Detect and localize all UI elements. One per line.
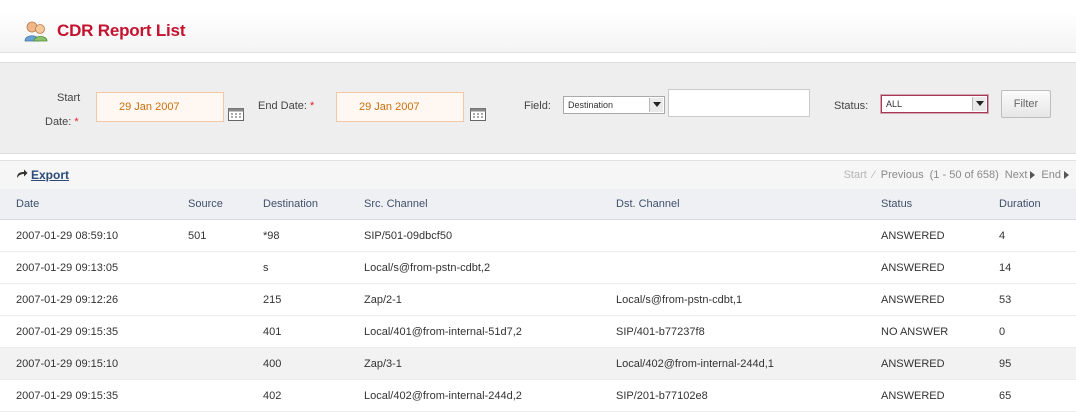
field-select[interactable]: Destination [563,96,665,114]
column-header-source[interactable]: Source [188,189,263,220]
table-row: 2007-01-29 08:59:10 501 *98 SIP/501-09db… [0,219,1076,252]
status-select-value: ALL [886,99,903,109]
cell-duration: 95 [999,347,1076,380]
status-label: Status: [834,100,869,112]
required-mark: * [74,116,79,128]
end-date-label-text: End Date: [258,100,307,112]
calendar-icon[interactable] [470,108,486,121]
start-date-label-line2: Date: * [45,116,79,128]
cell-src-channel: Zap/2-1 [364,283,616,316]
cell-source [188,251,263,284]
table-header-row: Date Source Destination Src. Channel Dst… [0,189,1076,220]
triangle-right-icon [1030,171,1036,180]
status-select[interactable]: ALL [881,95,988,113]
column-header-dst-channel[interactable]: Dst. Channel [616,189,881,220]
pagination: Start ⁄ Previous (1 - 50 of 658) Next End [841,169,1072,181]
cell-duration: 4 [999,219,1076,252]
cell-duration: 14 [999,251,1076,284]
cell-date: 2007-01-29 09:15:35 [0,379,188,412]
cell-status: NO ANSWER [881,315,999,348]
cell-duration: 0 [999,315,1076,348]
cell-date: 2007-01-29 09:15:35 [0,315,188,348]
cell-date: 2007-01-29 09:15:10 [0,347,188,380]
title-bar: CDR Report List [0,10,1076,53]
cell-duration: 65 [999,379,1076,412]
export-bar: Export Start ⁄ Previous (1 - 50 of 658) … [0,160,1076,190]
table-row: 2007-01-29 09:15:10 400 Zap/3-1 Local/40… [0,347,1076,380]
end-date-input[interactable]: 29 Jan 2007 [336,92,464,122]
cell-date: 2007-01-29 08:59:10 [0,219,188,252]
page-title: CDR Report List [57,21,186,40]
cell-source: 501 [188,219,263,252]
users-icon [24,21,48,42]
calendar-icon[interactable] [228,108,244,121]
export-link[interactable]: Export [31,168,69,182]
start-date-input[interactable]: 29 Jan 2007 [96,92,224,122]
filter-panel: Start Date: * 29 Jan 2007 End Date: * 29… [0,62,1076,154]
cell-src-channel: Zap/3-1 [364,347,616,380]
cell-status: ANSWERED [881,283,999,316]
cell-destination: 215 [263,283,364,316]
chevron-down-icon [972,97,986,111]
cdr-table: Date Source Destination Src. Channel Dst… [0,189,1076,412]
table-row: 2007-01-29 09:13:05 s Local/s@from-pstn-… [0,251,1076,284]
column-header-duration[interactable]: Duration [999,189,1076,220]
cell-dst-channel [616,219,881,252]
chevron-down-icon [649,98,663,112]
cell-date: 2007-01-29 09:13:05 [0,251,188,284]
cell-dst-channel: Local/s@from-pstn-cdbt,1 [616,283,881,316]
start-date-label-line1: Start [57,92,81,104]
cell-source [188,283,263,316]
required-mark: * [309,100,315,112]
cell-dst-channel: SIP/401-b77237f8 [616,315,881,348]
field-select-value: Destination [568,100,614,110]
cell-src-channel: Local/401@from-internal-51d7,2 [364,315,616,348]
cell-dst-channel: SIP/201-b77102e8 [616,379,881,412]
cell-destination: s [263,251,364,284]
triangle-right-icon [1064,171,1069,180]
cell-status: ANSWERED [881,251,999,284]
cell-status: ANSWERED [881,219,999,252]
cell-date: 2007-01-29 09:12:26 [0,283,188,316]
cell-duration: 53 [999,283,1076,316]
end-date-label: End Date: * [258,100,314,112]
field-label: Field: [524,100,551,112]
column-header-destination[interactable]: Destination [263,189,364,220]
cell-destination: 400 [263,347,364,380]
cell-dst-channel: Local/402@from-internal-244d,1 [616,347,881,380]
pager-previous[interactable]: Previous [881,169,924,181]
cell-destination: 401 [263,315,364,348]
filter-button[interactable]: Filter [1001,90,1051,118]
cell-source [188,379,263,412]
pager-start: Start [843,169,867,181]
pager-separator: ⁄ [872,169,875,181]
cell-destination: 402 [263,379,364,412]
field-value-input[interactable] [668,89,810,117]
cell-dst-channel [616,251,881,284]
cell-source [188,347,263,380]
cell-src-channel: Local/s@from-pstn-cdbt,2 [364,251,616,284]
column-header-date[interactable]: Date [0,189,188,220]
cell-status: ANSWERED [881,347,999,380]
column-header-src-channel[interactable]: Src. Channel [364,189,616,220]
cell-status: ANSWERED [881,379,999,412]
export-arrow-icon [17,169,28,178]
table-row: 2007-01-29 09:15:35 402 Local/402@from-i… [0,379,1076,412]
column-header-status[interactable]: Status [881,189,999,220]
cell-src-channel: Local/402@from-internal-244d,2 [364,379,616,412]
pager-end[interactable]: End [1041,169,1061,181]
cell-destination: *98 [263,219,364,252]
start-date-label-text: Date: [45,116,72,128]
pager-info: (1 - 50 of 658) [929,169,999,181]
table-row: 2007-01-29 09:15:35 401 Local/401@from-i… [0,315,1076,348]
table-row: 2007-01-29 09:12:26 215 Zap/2-1 Local/s@… [0,283,1076,316]
pager-next[interactable]: Next [1005,169,1028,181]
cell-src-channel: SIP/501-09dbcf50 [364,219,616,252]
cell-source [188,315,263,348]
